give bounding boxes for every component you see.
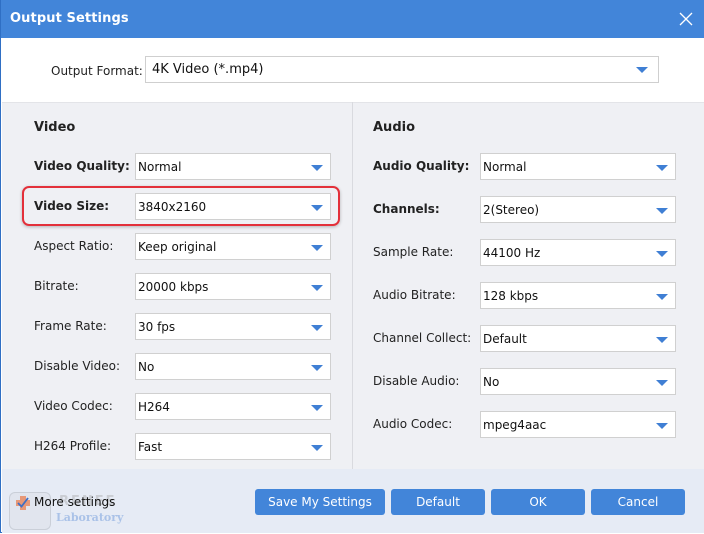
chevron-down-icon xyxy=(311,445,323,451)
more-settings-checkbox[interactable]: More settings xyxy=(15,495,116,510)
audio-codec-value: mpeg4aac xyxy=(483,418,547,432)
h264-profile-select[interactable]: Fast xyxy=(135,433,331,460)
video-codec-select[interactable]: H264 xyxy=(135,393,331,420)
video-bitrate-value: 20000 kbps xyxy=(138,280,209,294)
aspect-ratio-value: Keep original xyxy=(138,240,217,254)
chevron-down-icon xyxy=(311,245,323,251)
channel-collect-label: Channel Collect: xyxy=(373,331,472,345)
audio-codec-label: Audio Codec: xyxy=(373,417,453,431)
chevron-down-icon xyxy=(311,205,323,211)
save-my-settings-button[interactable]: Save My Settings xyxy=(255,489,385,515)
audio-bitrate-select[interactable]: 128 kbps xyxy=(480,282,676,309)
sample-rate-label: Sample Rate: xyxy=(373,245,454,259)
chevron-down-icon xyxy=(656,294,668,300)
default-button[interactable]: Default xyxy=(391,489,485,515)
h264-profile-label: H264 Profile: xyxy=(34,439,112,453)
chevron-down-icon xyxy=(311,365,323,371)
chevron-down-icon xyxy=(656,208,668,214)
output-format-select[interactable]: 4K Video (*.mp4) xyxy=(145,56,659,83)
channel-collect-value: Default xyxy=(483,332,527,346)
video-codec-label: Video Codec: xyxy=(34,399,113,413)
video-codec-value: H264 xyxy=(138,400,170,414)
audio-quality-value: Normal xyxy=(483,160,527,174)
audio-codec-select[interactable]: mpeg4aac xyxy=(480,411,676,438)
h264-profile-value: Fast xyxy=(138,440,163,454)
more-settings-label: More settings xyxy=(34,495,116,509)
audio-section-title: Audio xyxy=(373,120,416,135)
ok-button[interactable]: OK xyxy=(491,489,585,515)
dialog-title: Output Settings xyxy=(10,11,129,26)
disable-video-select[interactable]: No xyxy=(135,353,331,380)
close-button[interactable] xyxy=(679,12,693,26)
chevron-down-icon xyxy=(656,380,668,386)
disable-video-value: No xyxy=(138,360,155,374)
sample-rate-value: 44100 Hz xyxy=(483,246,541,260)
sample-rate-select[interactable]: 44100 Hz xyxy=(480,239,676,266)
disable-audio-value: No xyxy=(483,375,500,389)
chevron-down-icon xyxy=(656,165,668,171)
audio-quality-label: Audio Quality: xyxy=(373,159,470,173)
close-icon xyxy=(679,12,693,26)
checkbox-checked-icon xyxy=(15,495,30,510)
frame-rate-select[interactable]: 30 fps xyxy=(135,313,331,340)
video-quality-select[interactable]: Normal xyxy=(135,153,331,180)
frame-rate-value: 30 fps xyxy=(138,320,176,334)
video-quality-value: Normal xyxy=(138,160,182,174)
aspect-ratio-select[interactable]: Keep original xyxy=(135,233,331,260)
chevron-down-icon xyxy=(656,337,668,343)
chevron-down-icon xyxy=(311,165,323,171)
chevron-down-icon xyxy=(311,325,323,331)
channel-collect-select[interactable]: Default xyxy=(480,325,676,352)
aspect-ratio-label: Aspect Ratio: xyxy=(34,239,114,253)
channels-label: Channels: xyxy=(373,202,440,216)
video-bitrate-label: Bitrate: xyxy=(34,279,79,293)
audio-quality-select[interactable]: Normal xyxy=(480,153,676,180)
cancel-button[interactable]: Cancel xyxy=(591,489,685,515)
video-section-title: Video xyxy=(34,120,76,135)
disable-audio-label: Disable Audio: xyxy=(373,374,460,388)
chevron-down-icon xyxy=(656,423,668,429)
output-format-label: Output Format: xyxy=(51,64,143,78)
channels-select[interactable]: 2(Stereo) xyxy=(480,196,676,223)
output-settings-dialog: Output Settings Output Format: 4K Video … xyxy=(0,0,704,533)
audio-bitrate-value: 128 kbps xyxy=(483,289,539,303)
video-size-label: Video Size: xyxy=(34,199,110,213)
title-bar: Output Settings xyxy=(1,0,704,38)
chevron-down-icon xyxy=(656,251,668,257)
video-bitrate-select[interactable]: 20000 kbps xyxy=(135,273,331,300)
channels-value: 2(Stereo) xyxy=(483,203,540,217)
watermark-text: Laboratory xyxy=(56,511,124,524)
video-size-value: 3840x2160 xyxy=(138,200,207,214)
audio-bitrate-label: Audio Bitrate: xyxy=(373,288,456,302)
video-quality-label: Video Quality: xyxy=(34,159,130,173)
output-format-value: 4K Video (*.mp4) xyxy=(152,62,264,77)
chevron-down-icon xyxy=(311,285,323,291)
disable-video-label: Disable Video: xyxy=(34,359,120,373)
frame-rate-label: Frame Rate: xyxy=(34,319,107,333)
chevron-down-icon xyxy=(636,67,648,73)
disable-audio-select[interactable]: No xyxy=(480,368,676,395)
video-size-select[interactable]: 3840x2160 xyxy=(135,193,331,220)
chevron-down-icon xyxy=(311,405,323,411)
panel-divider xyxy=(352,102,353,469)
